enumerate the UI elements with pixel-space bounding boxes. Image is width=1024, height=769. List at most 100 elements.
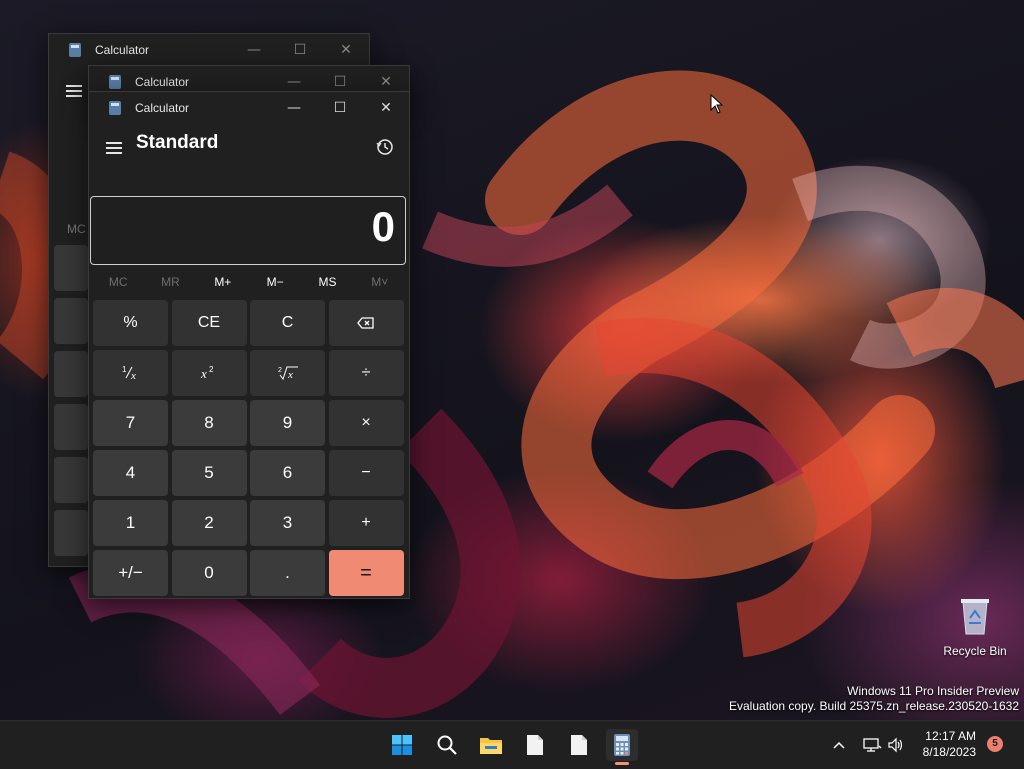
reciprocal-button[interactable]: 1 x	[93, 350, 168, 396]
file-explorer-button[interactable]	[475, 729, 507, 761]
file-explorer-icon	[480, 738, 502, 754]
memory-clear-label: MC	[67, 222, 86, 236]
recycle-bin-shortcut[interactable]: Recycle Bin	[942, 596, 1008, 658]
memory-store-button[interactable]: MS	[301, 270, 353, 294]
watermark-line-1: Windows 11 Pro Insider Preview	[847, 684, 1019, 698]
window-title: Calculator	[135, 75, 190, 89]
divide-button[interactable]: ÷	[328, 350, 404, 396]
digit-8-button[interactable]: 8	[171, 400, 247, 446]
digit-2-button[interactable]: 2	[171, 500, 247, 546]
title-bar[interactable]: Calculator — ☐ ✕	[49, 34, 369, 66]
svg-text:2: 2	[278, 367, 282, 374]
equals-button[interactable]: =	[328, 550, 404, 596]
square-root-icon: 2 x	[278, 366, 298, 381]
hamburger-menu-icon[interactable]	[66, 85, 82, 97]
calculator-icon	[109, 75, 121, 89]
clock-time: 12:17 AM	[925, 729, 976, 743]
search-button[interactable]	[431, 729, 463, 761]
recycle-bin-label: Recycle Bin	[943, 644, 1007, 658]
svg-text:1: 1	[122, 365, 127, 374]
digit-0-button[interactable]: 0	[171, 550, 247, 596]
keypad: % CE C 1 x x 2 2 x ÷ 7 8 9 × 4 5 6 − 1 2…	[93, 300, 406, 596]
mouse-cursor-icon	[710, 94, 724, 114]
hamburger-menu-icon[interactable]	[106, 142, 122, 154]
memory-list-button[interactable]: M˅	[354, 270, 406, 294]
digit-3-button[interactable]: 3	[250, 500, 325, 546]
volume-icon	[888, 737, 903, 753]
memory-row: MC MR M+ M− MS M˅	[92, 270, 406, 294]
calculator-icon	[109, 101, 121, 115]
notepad-button[interactable]	[563, 729, 595, 761]
svg-text:x: x	[130, 370, 136, 381]
negate-button[interactable]: +/−	[93, 550, 168, 596]
notification-badge[interactable]: 5	[987, 736, 1003, 752]
svg-text:2: 2	[209, 365, 214, 374]
network-icon	[863, 738, 882, 752]
minimize-button[interactable]: —	[271, 92, 317, 124]
clock-date: 8/18/2023	[922, 745, 976, 759]
active-app-indicator	[615, 762, 629, 765]
memory-recall-button[interactable]: MR	[144, 270, 196, 294]
start-button[interactable]	[386, 729, 418, 761]
notepad-icon	[571, 735, 587, 755]
key[interactable]	[54, 245, 88, 291]
chevron-up-icon	[833, 741, 845, 749]
key[interactable]	[54, 510, 88, 556]
volume-button[interactable]	[887, 721, 905, 769]
memory-clear-button[interactable]: MC	[92, 270, 144, 294]
svg-text:x: x	[287, 369, 293, 381]
history-icon[interactable]	[375, 137, 395, 157]
window-title: Calculator	[135, 101, 190, 115]
minus-button[interactable]: −	[328, 450, 404, 496]
key[interactable]	[54, 404, 88, 450]
digit-7-button[interactable]: 7	[93, 400, 168, 446]
digit-9-button[interactable]: 9	[250, 400, 325, 446]
backspace-button[interactable]	[328, 300, 404, 346]
network-button[interactable]	[862, 721, 882, 769]
backspace-icon	[357, 317, 374, 329]
multiply-button[interactable]: ×	[328, 400, 404, 446]
title-bar[interactable]: Calculator — ☐ ✕	[89, 92, 409, 124]
plus-button[interactable]: +	[328, 500, 404, 546]
clear-entry-button[interactable]: CE	[171, 300, 247, 346]
window-title: Calculator	[95, 43, 150, 57]
show-hidden-icons-button[interactable]	[832, 721, 846, 769]
mode-title: Standard	[136, 132, 219, 153]
calculator-taskbar-button[interactable]	[606, 729, 638, 765]
square-button[interactable]: x 2	[171, 350, 247, 396]
notepad-button[interactable]	[519, 729, 551, 761]
memory-subtract-button[interactable]: M−	[249, 270, 301, 294]
digit-4-button[interactable]: 4	[93, 450, 168, 496]
svg-text:x: x	[200, 366, 207, 381]
search-icon	[437, 735, 457, 755]
digit-6-button[interactable]: 6	[250, 450, 325, 496]
close-button[interactable]: ✕	[363, 92, 409, 124]
recycle-bin-icon	[961, 599, 989, 635]
square-icon: x 2	[200, 365, 214, 381]
square-root-button[interactable]: 2 x	[250, 350, 325, 396]
watermark-line-2: Evaluation copy. Build 25375.zn_release.…	[729, 699, 1019, 713]
start-icon	[392, 735, 412, 755]
decimal-button[interactable]: .	[250, 550, 325, 596]
key[interactable]	[54, 457, 88, 503]
key[interactable]	[54, 351, 88, 397]
minimize-button[interactable]: —	[231, 34, 277, 66]
close-button[interactable]: ✕	[323, 34, 369, 66]
taskbar: 12:17 AM 8/18/2023	[0, 720, 1024, 769]
clock[interactable]: 12:17 AM 8/18/2023	[912, 728, 976, 760]
result-display: 0	[90, 196, 406, 265]
percent-button[interactable]: %	[93, 300, 168, 346]
evaluation-watermark: Windows 11 Pro Insider Preview Evaluatio…	[729, 684, 1019, 714]
key[interactable]	[54, 298, 88, 344]
digit-1-button[interactable]: 1	[93, 500, 168, 546]
digit-5-button[interactable]: 5	[171, 450, 247, 496]
maximize-button[interactable]: ☐	[317, 92, 363, 124]
notepad-icon	[527, 735, 543, 755]
display-value: 0	[371, 203, 395, 250]
clear-button[interactable]: C	[250, 300, 325, 346]
reciprocal-icon: 1 x	[122, 365, 136, 381]
memory-add-button[interactable]: M+	[197, 270, 249, 294]
maximize-button[interactable]: ☐	[277, 34, 323, 66]
calculator-icon	[69, 43, 81, 57]
calculator-window[interactable]: Calculator — ☐ ✕ Standard 0 MC MR M+ M− …	[88, 91, 410, 599]
